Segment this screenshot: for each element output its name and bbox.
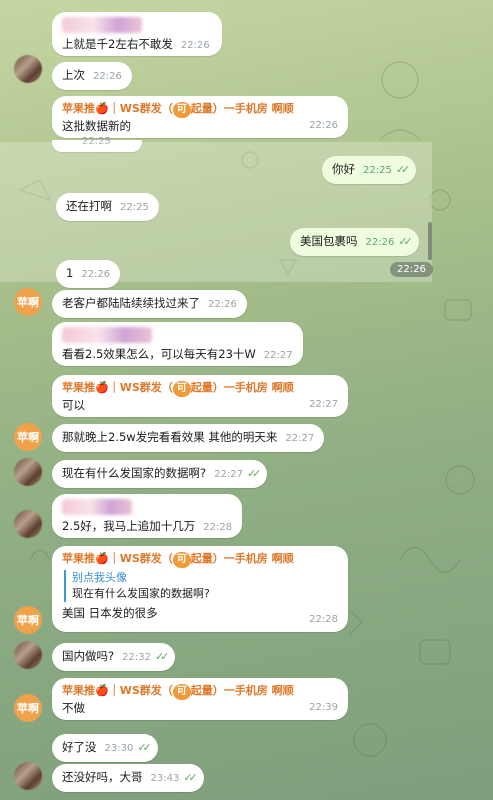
read-checks-icon: ✓✓ bbox=[395, 163, 411, 176]
sender-name: 苹果推🍎｜WS群发（可起量）一手机房 啊顺 bbox=[62, 551, 338, 568]
message-bubble[interactable]: 苹果推🍎｜WS群发（可起量）一手机房 啊顺 可以 22:27 bbox=[52, 375, 348, 417]
avatar[interactable] bbox=[14, 55, 42, 83]
message-bubble-outgoing[interactable]: 美国包裹吗 22:26 ✓✓ bbox=[290, 228, 419, 256]
message-time: 22:25 bbox=[363, 165, 392, 176]
message-bubble[interactable]: 看看2.5效果怎么，可以每天有23十W 22:27 bbox=[52, 322, 303, 366]
sender-name: 苹果推🍎｜WS群发（可起量）一手机房 啊顺 bbox=[62, 683, 338, 700]
message-time: 22:39 bbox=[309, 702, 338, 713]
message-bubble-outgoing[interactable]: 你好 22:25 ✓✓ bbox=[322, 156, 417, 184]
avatar[interactable]: 苹啊 bbox=[14, 423, 42, 451]
message-bubble[interactable]: 苹果推🍎｜WS群发（可起量）一手机房 啊顺 别点我头像 现在有什么发国家的数据啊… bbox=[52, 546, 348, 632]
message-bubble[interactable]: 2.5好，我马上追加十几万 22:28 bbox=[52, 494, 243, 538]
avatar[interactable] bbox=[14, 641, 42, 669]
message-time: 22:27 bbox=[214, 469, 243, 480]
read-checks-icon: ✓✓ bbox=[183, 771, 198, 784]
message-bubble[interactable]: 上次 22:26 bbox=[52, 62, 132, 90]
avatar[interactable]: 苹啊 bbox=[14, 288, 42, 316]
message-text: 2.5好，我马上追加十几万 bbox=[62, 519, 196, 533]
message-bubble[interactable]: 国内做吗? 22:32 ✓✓ bbox=[52, 643, 176, 671]
message-time: 22:26 bbox=[180, 40, 210, 51]
message-bubble[interactable]: 苹果推🍎｜WS群发（可起量）一手机房 啊顺 这批数据新的 22:26 bbox=[52, 96, 348, 138]
message-time: 22:26 bbox=[93, 71, 122, 82]
avatar[interactable] bbox=[14, 510, 42, 538]
reply-quote[interactable]: 别点我头像 现在有什么发国家的数据啊? bbox=[64, 570, 338, 602]
message-text: 老客户都陆陆续续找过来了 bbox=[62, 296, 200, 310]
message-text: 还在打啊 bbox=[66, 199, 112, 213]
message-text: 你好 bbox=[332, 162, 355, 176]
sender-name: 苹果推🍎｜WS群发（可起量）一手机房 啊顺 bbox=[62, 101, 338, 118]
message-text: 国内做吗? bbox=[62, 649, 115, 663]
reply-sender-name: 别点我头像 bbox=[72, 571, 127, 584]
message-bubble[interactable]: 苹果推🍎｜WS群发（可起量）一手机房 啊顺 不做 22:39 bbox=[52, 678, 348, 720]
message-bubble[interactable]: 那就晚上2.5w发完看看效果 其他的明天来 22:27 bbox=[52, 424, 325, 452]
sender-name-redacted bbox=[62, 17, 142, 33]
sender-name-redacted bbox=[62, 327, 152, 343]
message-time: 22:27 bbox=[309, 399, 338, 410]
message-time: 22:28 bbox=[203, 522, 233, 533]
message-bubble[interactable]: 1 22:26 bbox=[56, 260, 121, 288]
message-bubble[interactable]: 上就是千2左右不敢发 22:26 bbox=[52, 12, 222, 56]
message-bubble[interactable]: 老客户都陆陆续续找过来了 22:26 bbox=[52, 290, 247, 318]
avatar[interactable] bbox=[14, 762, 42, 790]
avatar[interactable]: 苹啊 bbox=[14, 606, 42, 634]
message-text: 这批数据新的 bbox=[62, 119, 131, 133]
message-time: 22:26 bbox=[81, 269, 111, 280]
message-time: 22:32 bbox=[122, 652, 151, 663]
reply-text: 现在有什么发国家的数据啊? bbox=[72, 587, 210, 600]
message-bubble[interactable]: 还在打啊 22:25 bbox=[56, 193, 159, 221]
message-text: 看看2.5效果怎么，可以每天有23十W bbox=[62, 347, 256, 361]
message-bubble[interactable]: 好了没 23:30 ✓✓ bbox=[52, 734, 158, 762]
floating-date-badge: 22:26 bbox=[390, 262, 433, 277]
scrollbar[interactable] bbox=[428, 222, 432, 260]
message-time: 22:27 bbox=[285, 433, 315, 444]
read-checks-icon: ✓✓ bbox=[246, 467, 262, 480]
read-checks-icon: ✓✓ bbox=[154, 650, 170, 663]
message-text: 可以 bbox=[62, 398, 85, 412]
message-bubble[interactable]: 还没好吗，大哥 23:43 ✓✓ bbox=[52, 764, 204, 792]
avatar[interactable] bbox=[14, 458, 42, 486]
message-bubble[interactable]: 现在有什么发国家的数据啊? 22:27 ✓✓ bbox=[52, 460, 268, 488]
message-time: 22:26 bbox=[208, 299, 237, 310]
message-text: 美国包裹吗 bbox=[300, 234, 358, 248]
message-time: 22:26 bbox=[309, 120, 338, 131]
message-text: 现在有什么发国家的数据啊? bbox=[62, 466, 207, 480]
message-text: 好了没 bbox=[62, 740, 97, 754]
message-text: 上次 bbox=[62, 68, 85, 82]
sender-name: 苹果推🍎｜WS群发（可起量）一手机房 啊顺 bbox=[62, 380, 338, 397]
message-time: 23:43 bbox=[150, 773, 180, 784]
message-time: 22:26 bbox=[365, 237, 395, 248]
message-text: 还没好吗，大哥 bbox=[62, 770, 143, 784]
message-text: 上就是千2左右不敢发 bbox=[62, 37, 173, 51]
avatar[interactable]: 苹啊 bbox=[14, 694, 42, 722]
message-text: 不做 bbox=[62, 701, 85, 715]
message-text: 美国 日本发的很多 bbox=[62, 606, 158, 620]
sender-name-redacted bbox=[62, 499, 132, 515]
message-time: 22:27 bbox=[263, 350, 293, 361]
message-text: 那就晚上2.5w发完看看效果 其他的明天来 bbox=[62, 430, 278, 444]
read-checks-icon: ✓✓ bbox=[398, 235, 413, 248]
message-time: 22:28 bbox=[309, 614, 338, 625]
message-time: 23:30 bbox=[104, 743, 134, 754]
read-checks-icon: ✓✓ bbox=[137, 741, 152, 754]
message-text: 1 bbox=[66, 266, 74, 280]
message-time: 22:25 bbox=[120, 202, 149, 213]
